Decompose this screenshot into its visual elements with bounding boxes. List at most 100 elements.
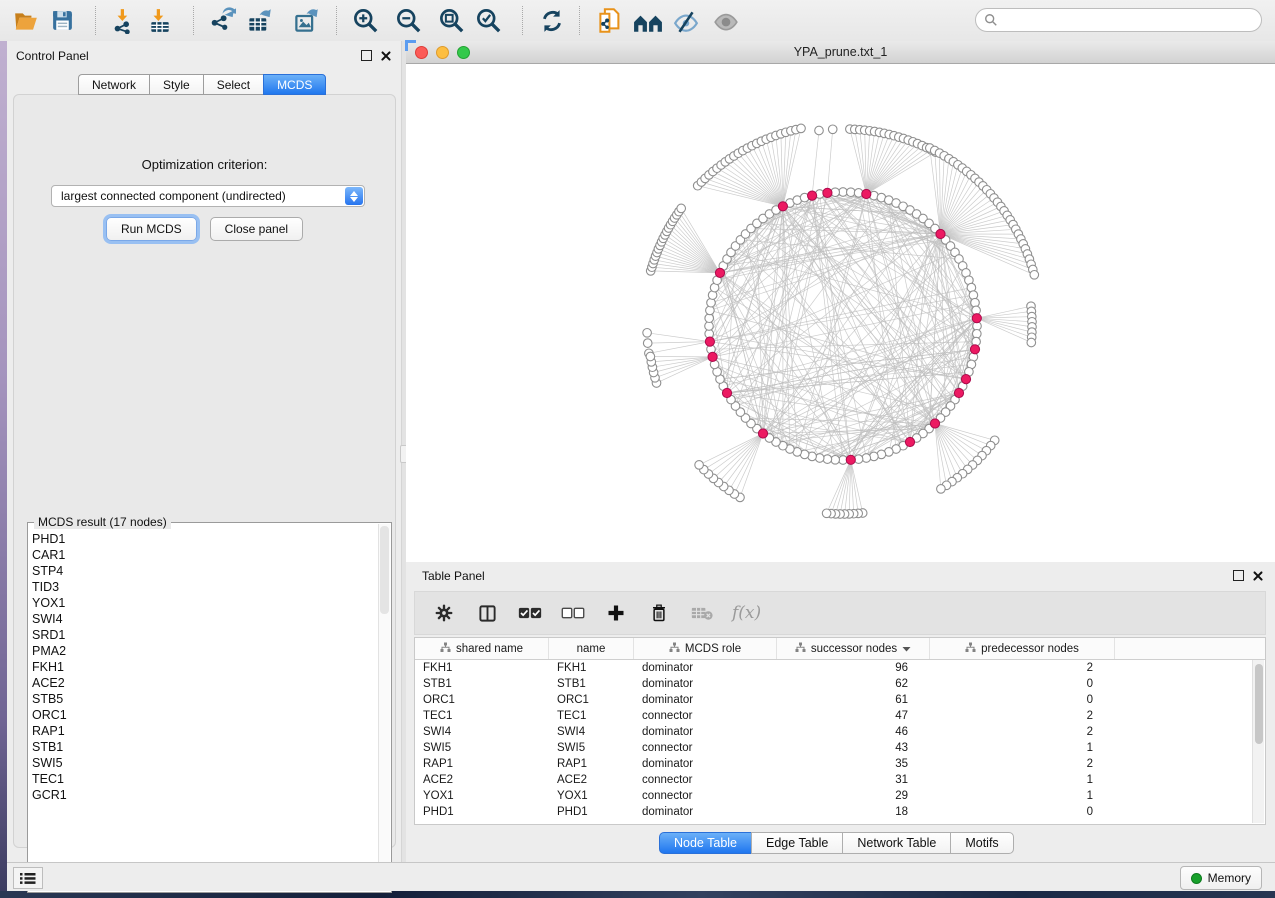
table-cell[interactable]: 35	[777, 756, 930, 772]
export-image-icon[interactable]	[288, 4, 324, 37]
table-cell[interactable]: TEC1	[549, 708, 634, 724]
mcds-result-item[interactable]: GCR1	[32, 787, 377, 803]
mcds-result-item[interactable]: YOX1	[32, 595, 377, 611]
import-network-icon[interactable]	[106, 4, 142, 37]
mcds-result-item[interactable]: FKH1	[32, 659, 377, 675]
hide-selected-icon[interactable]	[668, 4, 704, 37]
export-network-icon[interactable]	[204, 4, 240, 37]
table-row[interactable]: STB1STB1dominator620	[415, 676, 1265, 692]
open-file-icon[interactable]	[8, 4, 44, 37]
mcds-result-item[interactable]: STB5	[32, 691, 377, 707]
unselect-all-columns-icon[interactable]	[560, 600, 586, 626]
column-header-name[interactable]: name	[549, 638, 634, 659]
table-row[interactable]: SWI4SWI4dominator462	[415, 724, 1265, 740]
table-cell[interactable]: 46	[777, 724, 930, 740]
column-header-shared-name[interactable]: shared name	[415, 638, 549, 659]
result-scrollbar[interactable]	[378, 524, 390, 891]
mcds-result-item[interactable]: SWI4	[32, 611, 377, 627]
run-mcds-button[interactable]: Run MCDS	[106, 217, 197, 241]
save-session-icon[interactable]	[44, 4, 80, 37]
new-network-from-selection-icon[interactable]	[592, 4, 628, 37]
table-cell[interactable]: 2	[930, 708, 1115, 724]
table-body[interactable]: FKH1FKH1dominator962STB1STB1dominator620…	[415, 660, 1265, 820]
zoom-selected-icon[interactable]	[470, 4, 506, 37]
table-cell[interactable]: 0	[930, 804, 1115, 820]
table-cell[interactable]: connector	[634, 772, 777, 788]
table-cell[interactable]: ACE2	[415, 772, 549, 788]
table-cell[interactable]: dominator	[634, 724, 777, 740]
mcds-result-item[interactable]: TID3	[32, 579, 377, 595]
close-panel-icon[interactable]	[1253, 571, 1263, 581]
show-all-icon[interactable]	[708, 4, 744, 37]
table-cell[interactable]: SWI5	[415, 740, 549, 756]
table-row[interactable]: YOX1YOX1connector291	[415, 788, 1265, 804]
close-panel-button[interactable]: Close panel	[210, 217, 303, 241]
table-cell[interactable]: RAP1	[549, 756, 634, 772]
table-cell[interactable]: 96	[777, 660, 930, 676]
memory-button[interactable]: Memory	[1180, 866, 1262, 890]
export-table-icon[interactable]	[241, 4, 277, 37]
table-cell[interactable]: FKH1	[415, 660, 549, 676]
table-header-row[interactable]: shared namenameMCDS rolesuccessor nodesp…	[415, 638, 1265, 660]
first-neighbors-icon[interactable]	[630, 4, 666, 37]
table-cell[interactable]: 1	[930, 772, 1115, 788]
column-header-successor-nodes[interactable]: successor nodes	[777, 638, 930, 659]
table-cell[interactable]: 1	[930, 788, 1115, 804]
tab-style[interactable]: Style	[149, 74, 203, 95]
search-input[interactable]	[1002, 10, 1261, 30]
table-cell[interactable]: 2	[930, 724, 1115, 740]
table-cell[interactable]: 62	[777, 676, 930, 692]
table-cell[interactable]: STB1	[415, 676, 549, 692]
table-options-gear-icon[interactable]	[431, 600, 457, 626]
table-cell[interactable]: RAP1	[415, 756, 549, 772]
table-cell[interactable]: FKH1	[549, 660, 634, 676]
table-cell[interactable]: 29	[777, 788, 930, 804]
table-cell[interactable]: STB1	[549, 676, 634, 692]
table-cell[interactable]: dominator	[634, 660, 777, 676]
mcds-result-item[interactable]: SWI5	[32, 755, 377, 771]
table-cell[interactable]: dominator	[634, 756, 777, 772]
column-header-predecessor-nodes[interactable]: predecessor nodes	[930, 638, 1115, 659]
close-panel-icon[interactable]	[381, 51, 391, 61]
tab-edge-table[interactable]: Edge Table	[751, 832, 842, 854]
table-row[interactable]: FKH1FKH1dominator962	[415, 660, 1265, 676]
table-cell[interactable]: TEC1	[415, 708, 549, 724]
table-cell[interactable]: ACE2	[549, 772, 634, 788]
add-column-icon[interactable]	[603, 600, 629, 626]
table-cell[interactable]: 47	[777, 708, 930, 724]
table-cell[interactable]: 1	[930, 740, 1115, 756]
table-cell[interactable]: YOX1	[415, 788, 549, 804]
table-cell[interactable]: connector	[634, 708, 777, 724]
table-row[interactable]: ACE2ACE2connector311	[415, 772, 1265, 788]
table-scrollbar[interactable]	[1252, 660, 1264, 823]
mcds-result-item[interactable]: ACE2	[32, 675, 377, 691]
table-cell[interactable]: SWI4	[415, 724, 549, 740]
mcds-result-item[interactable]: STP4	[32, 563, 377, 579]
table-cell[interactable]: dominator	[634, 676, 777, 692]
mcds-result-item[interactable]: CAR1	[32, 547, 377, 563]
mcds-result-item[interactable]: SRD1	[32, 627, 377, 643]
select-all-columns-icon[interactable]	[517, 600, 543, 626]
show-column-icon[interactable]	[474, 600, 500, 626]
tab-motifs[interactable]: Motifs	[950, 832, 1013, 854]
table-cell[interactable]: dominator	[634, 804, 777, 820]
import-table-icon[interactable]	[142, 4, 178, 37]
tab-select[interactable]: Select	[203, 74, 263, 95]
table-cell[interactable]: ORC1	[415, 692, 549, 708]
network-window-titlebar[interactable]: YPA_prune.txt_1	[406, 41, 1275, 64]
mcds-result-list[interactable]: PHD1CAR1STP4TID3YOX1SWI4SRD1PMA2FKH1ACE2…	[32, 531, 377, 890]
mcds-result-item[interactable]: RAP1	[32, 723, 377, 739]
table-cell[interactable]: 0	[930, 676, 1115, 692]
float-panel-icon[interactable]	[361, 50, 372, 61]
tab-node-table[interactable]: Node Table	[659, 832, 751, 854]
table-cell[interactable]: 43	[777, 740, 930, 756]
delete-column-icon[interactable]	[646, 600, 672, 626]
table-cell[interactable]: ORC1	[549, 692, 634, 708]
mcds-result-item[interactable]: PHD1	[32, 531, 377, 547]
zoom-out-icon[interactable]	[390, 4, 426, 37]
refresh-layout-icon[interactable]	[534, 4, 570, 37]
table-cell[interactable]: 2	[930, 756, 1115, 772]
table-row[interactable]: TEC1TEC1connector472	[415, 708, 1265, 724]
column-header-MCDS-role[interactable]: MCDS role	[634, 638, 777, 659]
function-builder-icon[interactable]: f(x)	[732, 603, 761, 623]
